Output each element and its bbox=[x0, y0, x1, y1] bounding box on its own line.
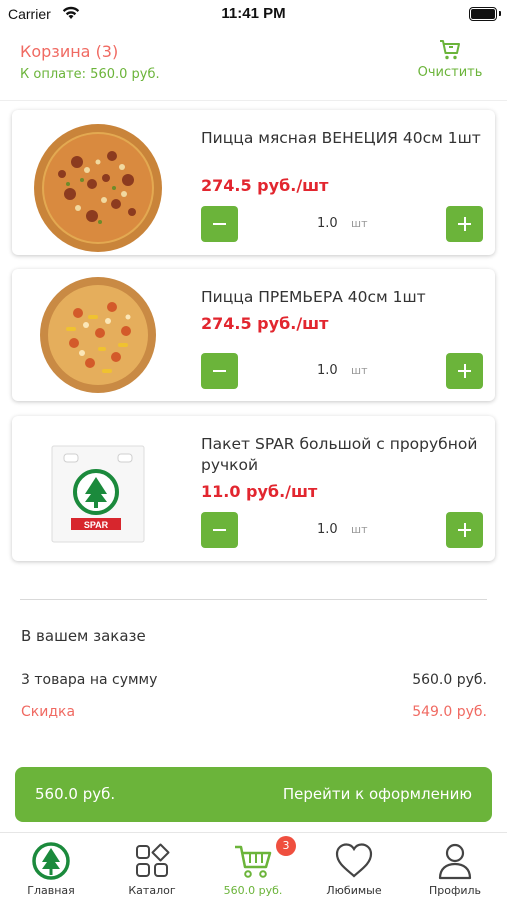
quantity-unit: шт bbox=[351, 364, 368, 377]
spar-logo-icon bbox=[32, 842, 70, 880]
discount-value: 549.0 руб. bbox=[412, 704, 487, 720]
cart-item: Пицца мясная ВЕНЕЦИЯ 40см 1шт 274.5 руб.… bbox=[12, 110, 495, 255]
page-title: Корзина (3) bbox=[20, 42, 119, 61]
tab-cart-label: 560.0 руб. bbox=[223, 884, 283, 897]
product-price: 274.5 руб./шт bbox=[201, 314, 329, 333]
quantity-stepper: 1.0 шт bbox=[201, 206, 483, 242]
product-name: Пицца мясная ВЕНЕЦИЯ 40см 1шт bbox=[201, 129, 481, 147]
quantity-value: 1.0 bbox=[317, 363, 338, 378]
checkout-amount: 560.0 руб. bbox=[35, 785, 116, 803]
product-name: Пакет SPAR большой с прорубной ручкой bbox=[201, 435, 478, 474]
quantity-unit: шт bbox=[351, 523, 368, 536]
quantity-value: 1.0 bbox=[317, 216, 338, 231]
spar-bag-image: SPAR bbox=[51, 445, 145, 543]
header-divider bbox=[0, 100, 507, 101]
tab-bar: Главная Каталог 560.0 руб. Любимые Профи… bbox=[0, 832, 507, 900]
summary-divider bbox=[20, 599, 487, 600]
product-image-pizza bbox=[28, 269, 168, 401]
total-to-pay: К оплате: 560.0 руб. bbox=[20, 67, 160, 82]
pizza-premiera-image bbox=[40, 277, 156, 393]
checkout-button[interactable]: 560.0 руб. Перейти к оформлению bbox=[15, 767, 492, 822]
cart-count-badge: 3 bbox=[276, 836, 296, 856]
items-sum-value: 560.0 руб. bbox=[412, 672, 487, 688]
tab-favorites-label: Любимые bbox=[326, 884, 382, 897]
cart-header: Корзина (3) К оплате: 560.0 руб. Очистит… bbox=[0, 36, 507, 100]
tab-favorites[interactable]: Любимые bbox=[304, 839, 404, 899]
decrease-quantity-button[interactable] bbox=[201, 512, 238, 548]
clear-cart-button[interactable]: Очистить bbox=[405, 38, 495, 82]
cart-item: Пицца ПРЕМЬЕРА 40см 1шт 274.5 руб./шт 1.… bbox=[12, 269, 495, 401]
catalog-icon bbox=[136, 843, 170, 877]
pizza-venezia-image bbox=[34, 124, 162, 252]
product-price: 11.0 руб./шт bbox=[201, 482, 318, 501]
heart-icon bbox=[335, 843, 373, 878]
cart-icon bbox=[235, 845, 272, 878]
clock: 11:41 PM bbox=[221, 5, 286, 22]
summary-title: В вашем заказе bbox=[21, 627, 146, 645]
cart-clear-icon bbox=[440, 40, 460, 60]
increase-quantity-button[interactable] bbox=[446, 512, 483, 548]
quantity-stepper: 1.0 шт bbox=[201, 512, 483, 548]
tab-profile-label: Профиль bbox=[428, 884, 482, 897]
clear-cart-label: Очистить bbox=[417, 65, 483, 80]
decrease-quantity-button[interactable] bbox=[201, 206, 238, 242]
decrease-quantity-button[interactable] bbox=[201, 353, 238, 389]
tab-catalog[interactable]: Каталог bbox=[102, 839, 202, 899]
product-name: Пицца ПРЕМЬЕРА 40см 1шт bbox=[201, 288, 426, 306]
product-image-pizza bbox=[28, 118, 168, 258]
discount-label: Скидка bbox=[21, 704, 76, 720]
tab-home-label: Главная bbox=[27, 884, 75, 897]
spar-bag-logo-text: SPAR bbox=[84, 520, 109, 530]
profile-icon bbox=[438, 843, 472, 880]
checkout-label: Перейти к оформлению bbox=[282, 785, 472, 803]
quantity-stepper: 1.0 шт bbox=[201, 353, 483, 389]
tab-catalog-label: Каталог bbox=[128, 884, 176, 897]
tab-home[interactable]: Главная bbox=[1, 839, 101, 899]
battery-icon bbox=[469, 7, 501, 21]
increase-quantity-button[interactable] bbox=[446, 206, 483, 242]
tab-profile[interactable]: Профиль bbox=[405, 839, 505, 899]
cart-item: SPAR Пакет SPAR большой с прорубной ручк… bbox=[12, 416, 495, 561]
product-price: 274.5 руб./шт bbox=[201, 176, 329, 195]
increase-quantity-button[interactable] bbox=[446, 353, 483, 389]
product-image-bag: SPAR bbox=[28, 424, 168, 564]
quantity-value: 1.0 bbox=[317, 522, 338, 537]
status-bar: Carrier 11:41 PM bbox=[0, 0, 507, 30]
quantity-unit: шт bbox=[351, 217, 368, 230]
items-sum-label: 3 товара на сумму bbox=[21, 672, 158, 688]
